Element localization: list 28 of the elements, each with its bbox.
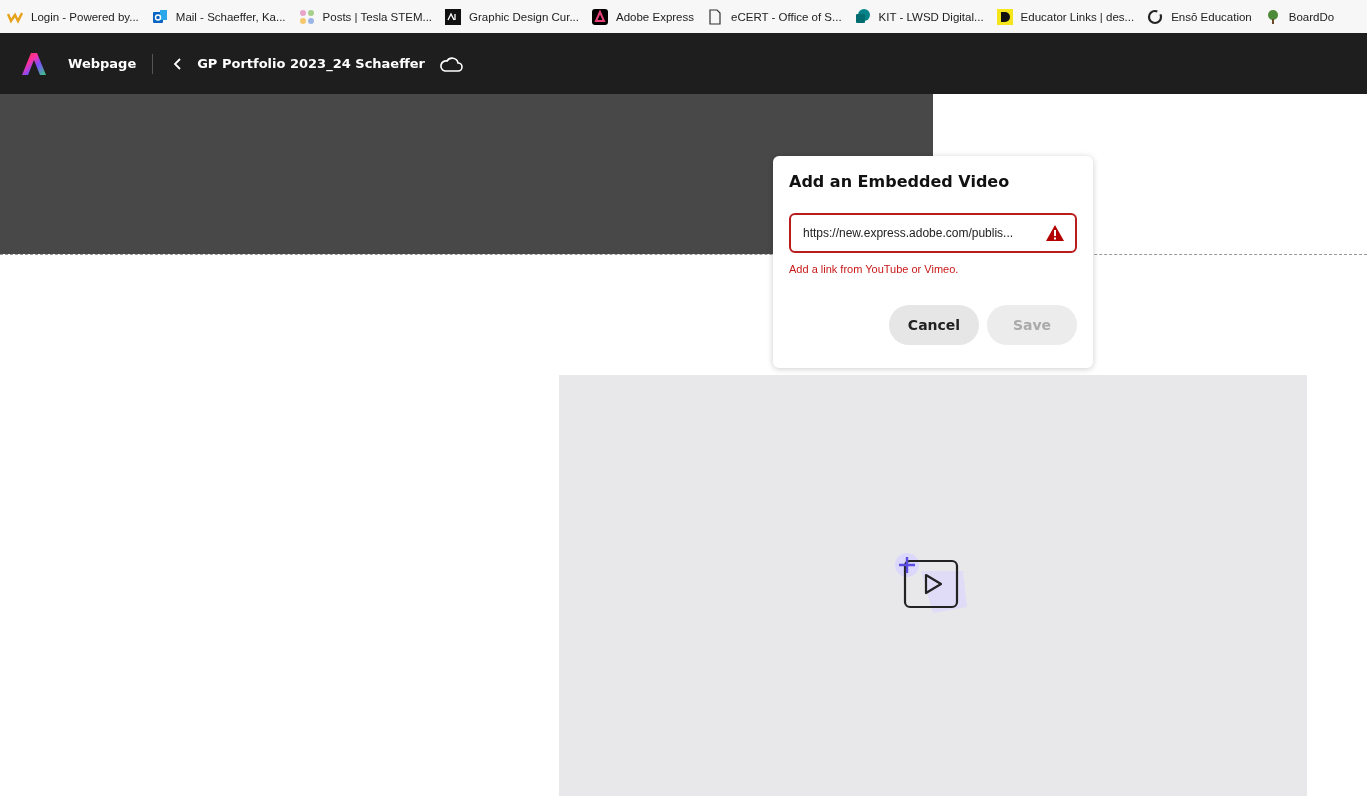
dialog-title: Add an Embedded Video [789, 172, 1011, 191]
cloud-icon[interactable] [438, 54, 463, 73]
bookmark-link[interactable]: BoardDo [1264, 8, 1335, 25]
bookmark-link[interactable]: Graphic Design Cur... [445, 8, 579, 25]
sharepoint-icon [854, 8, 871, 25]
document-icon [707, 8, 723, 25]
bookmark-link[interactable]: KIT - LWSD Digital... [854, 8, 984, 25]
bookmark-link[interactable]: Mail - Schaeffer, Ka... [151, 8, 286, 25]
dialog-button[interactable]: Cancel [889, 305, 979, 345]
bookmark-link[interactable]: Posts | Tesla STEM... [298, 8, 433, 25]
bookmark-icon [996, 8, 1013, 25]
bookmark-link[interactable]: Adobe Express [592, 8, 694, 25]
circle-icon [1147, 8, 1164, 25]
mode-label: Webpage [68, 56, 137, 71]
bookmark-link[interactable]: Educator Links | des... [996, 8, 1135, 25]
warning-icon [1045, 224, 1065, 242]
dots-icon [298, 8, 315, 25]
url-field[interactable]: https://new.express.adobe.com/publis... [789, 213, 1077, 253]
mail-icon [151, 8, 168, 25]
bookmark-link[interactable]: eCERT - Office of S... [707, 8, 842, 25]
bookmark-icon [445, 8, 462, 25]
error-message: Add a link from YouTube or Vimeo. [789, 263, 960, 275]
back-icon[interactable] [173, 56, 184, 71]
project-title[interactable]: GP Portfolio 2023_24 Schaeffer [197, 56, 425, 71]
app-logo-icon [592, 8, 608, 25]
app-logo-icon[interactable] [21, 50, 47, 77]
bookmark-link[interactable]: Login - Powered by... [7, 8, 139, 25]
bookmark-link[interactable]: Ensō Education [1147, 8, 1252, 25]
